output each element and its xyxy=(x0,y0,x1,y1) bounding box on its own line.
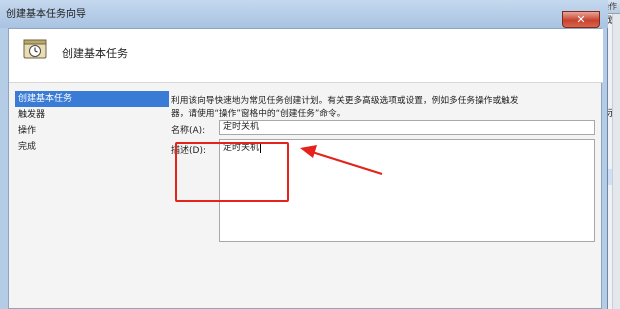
name-label: 名称(A): xyxy=(171,126,206,136)
wizard-header: 创建基本任务 xyxy=(9,29,603,83)
description-line-2: 器，请使用“操作”窗格中的“创建任务”命令。 xyxy=(171,108,346,119)
nav-step-finish[interactable]: 完成 xyxy=(15,139,169,155)
window-title: 创建基本任务向导 xyxy=(6,9,86,20)
wizard-dialog: 创建基本任务向导 ✕ 创建基本任务 创建基本任务 触发器 操作 完成 利用该向导… xyxy=(0,0,608,309)
title-bar[interactable]: 创建基本任务向导 ✕ xyxy=(0,0,608,28)
task-wizard-clock-icon xyxy=(23,39,47,59)
nav-step-trigger[interactable]: 触发器 xyxy=(15,107,169,123)
close-icon: ✕ xyxy=(576,13,586,26)
wizard-steps-nav: 创建基本任务 触发器 操作 完成 xyxy=(15,91,169,155)
nav-step-action[interactable]: 操作 xyxy=(15,123,169,139)
description-line-1: 利用该向导快速地为常见任务创建计划。有关更多高级选项或设置，例如多任务操作或触发 xyxy=(171,96,519,106)
task-name-value: 定时关机 xyxy=(223,122,260,132)
task-name-input[interactable]: 定时关机 xyxy=(219,120,595,135)
wizard-description: 利用该向导快速地为常见任务创建计划。有关更多高级选项或设置，例如多任务操作或触发… xyxy=(171,95,601,120)
dialog-client-area: 创建基本任务 创建基本任务 触发器 操作 完成 利用该向导快速地为常见任务创建计… xyxy=(8,28,603,309)
nav-step-create-basic-task[interactable]: 创建基本任务 xyxy=(15,91,169,107)
page-title: 创建基本任务 xyxy=(62,47,128,60)
close-button[interactable]: ✕ xyxy=(562,11,600,28)
background-scrollbar[interactable] xyxy=(612,14,620,309)
annotation-highlight-box xyxy=(175,142,289,202)
